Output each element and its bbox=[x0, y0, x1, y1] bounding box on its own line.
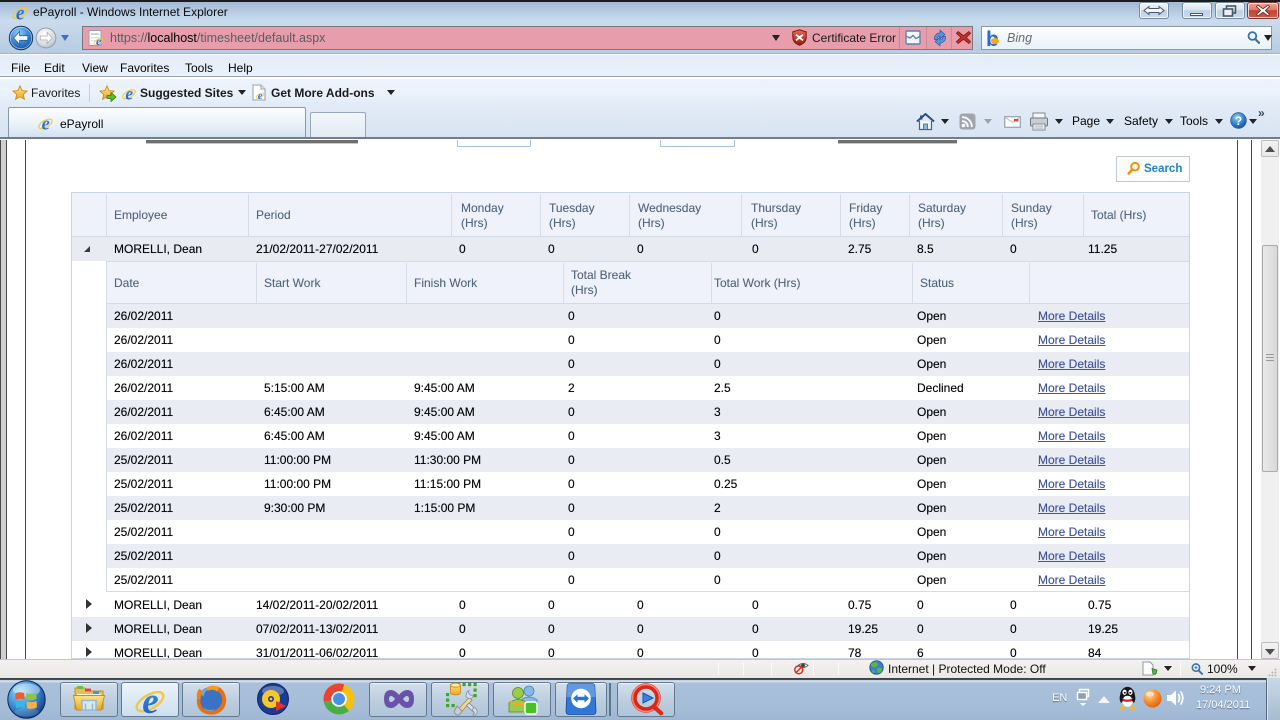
svg-text:?: ? bbox=[1235, 114, 1242, 128]
